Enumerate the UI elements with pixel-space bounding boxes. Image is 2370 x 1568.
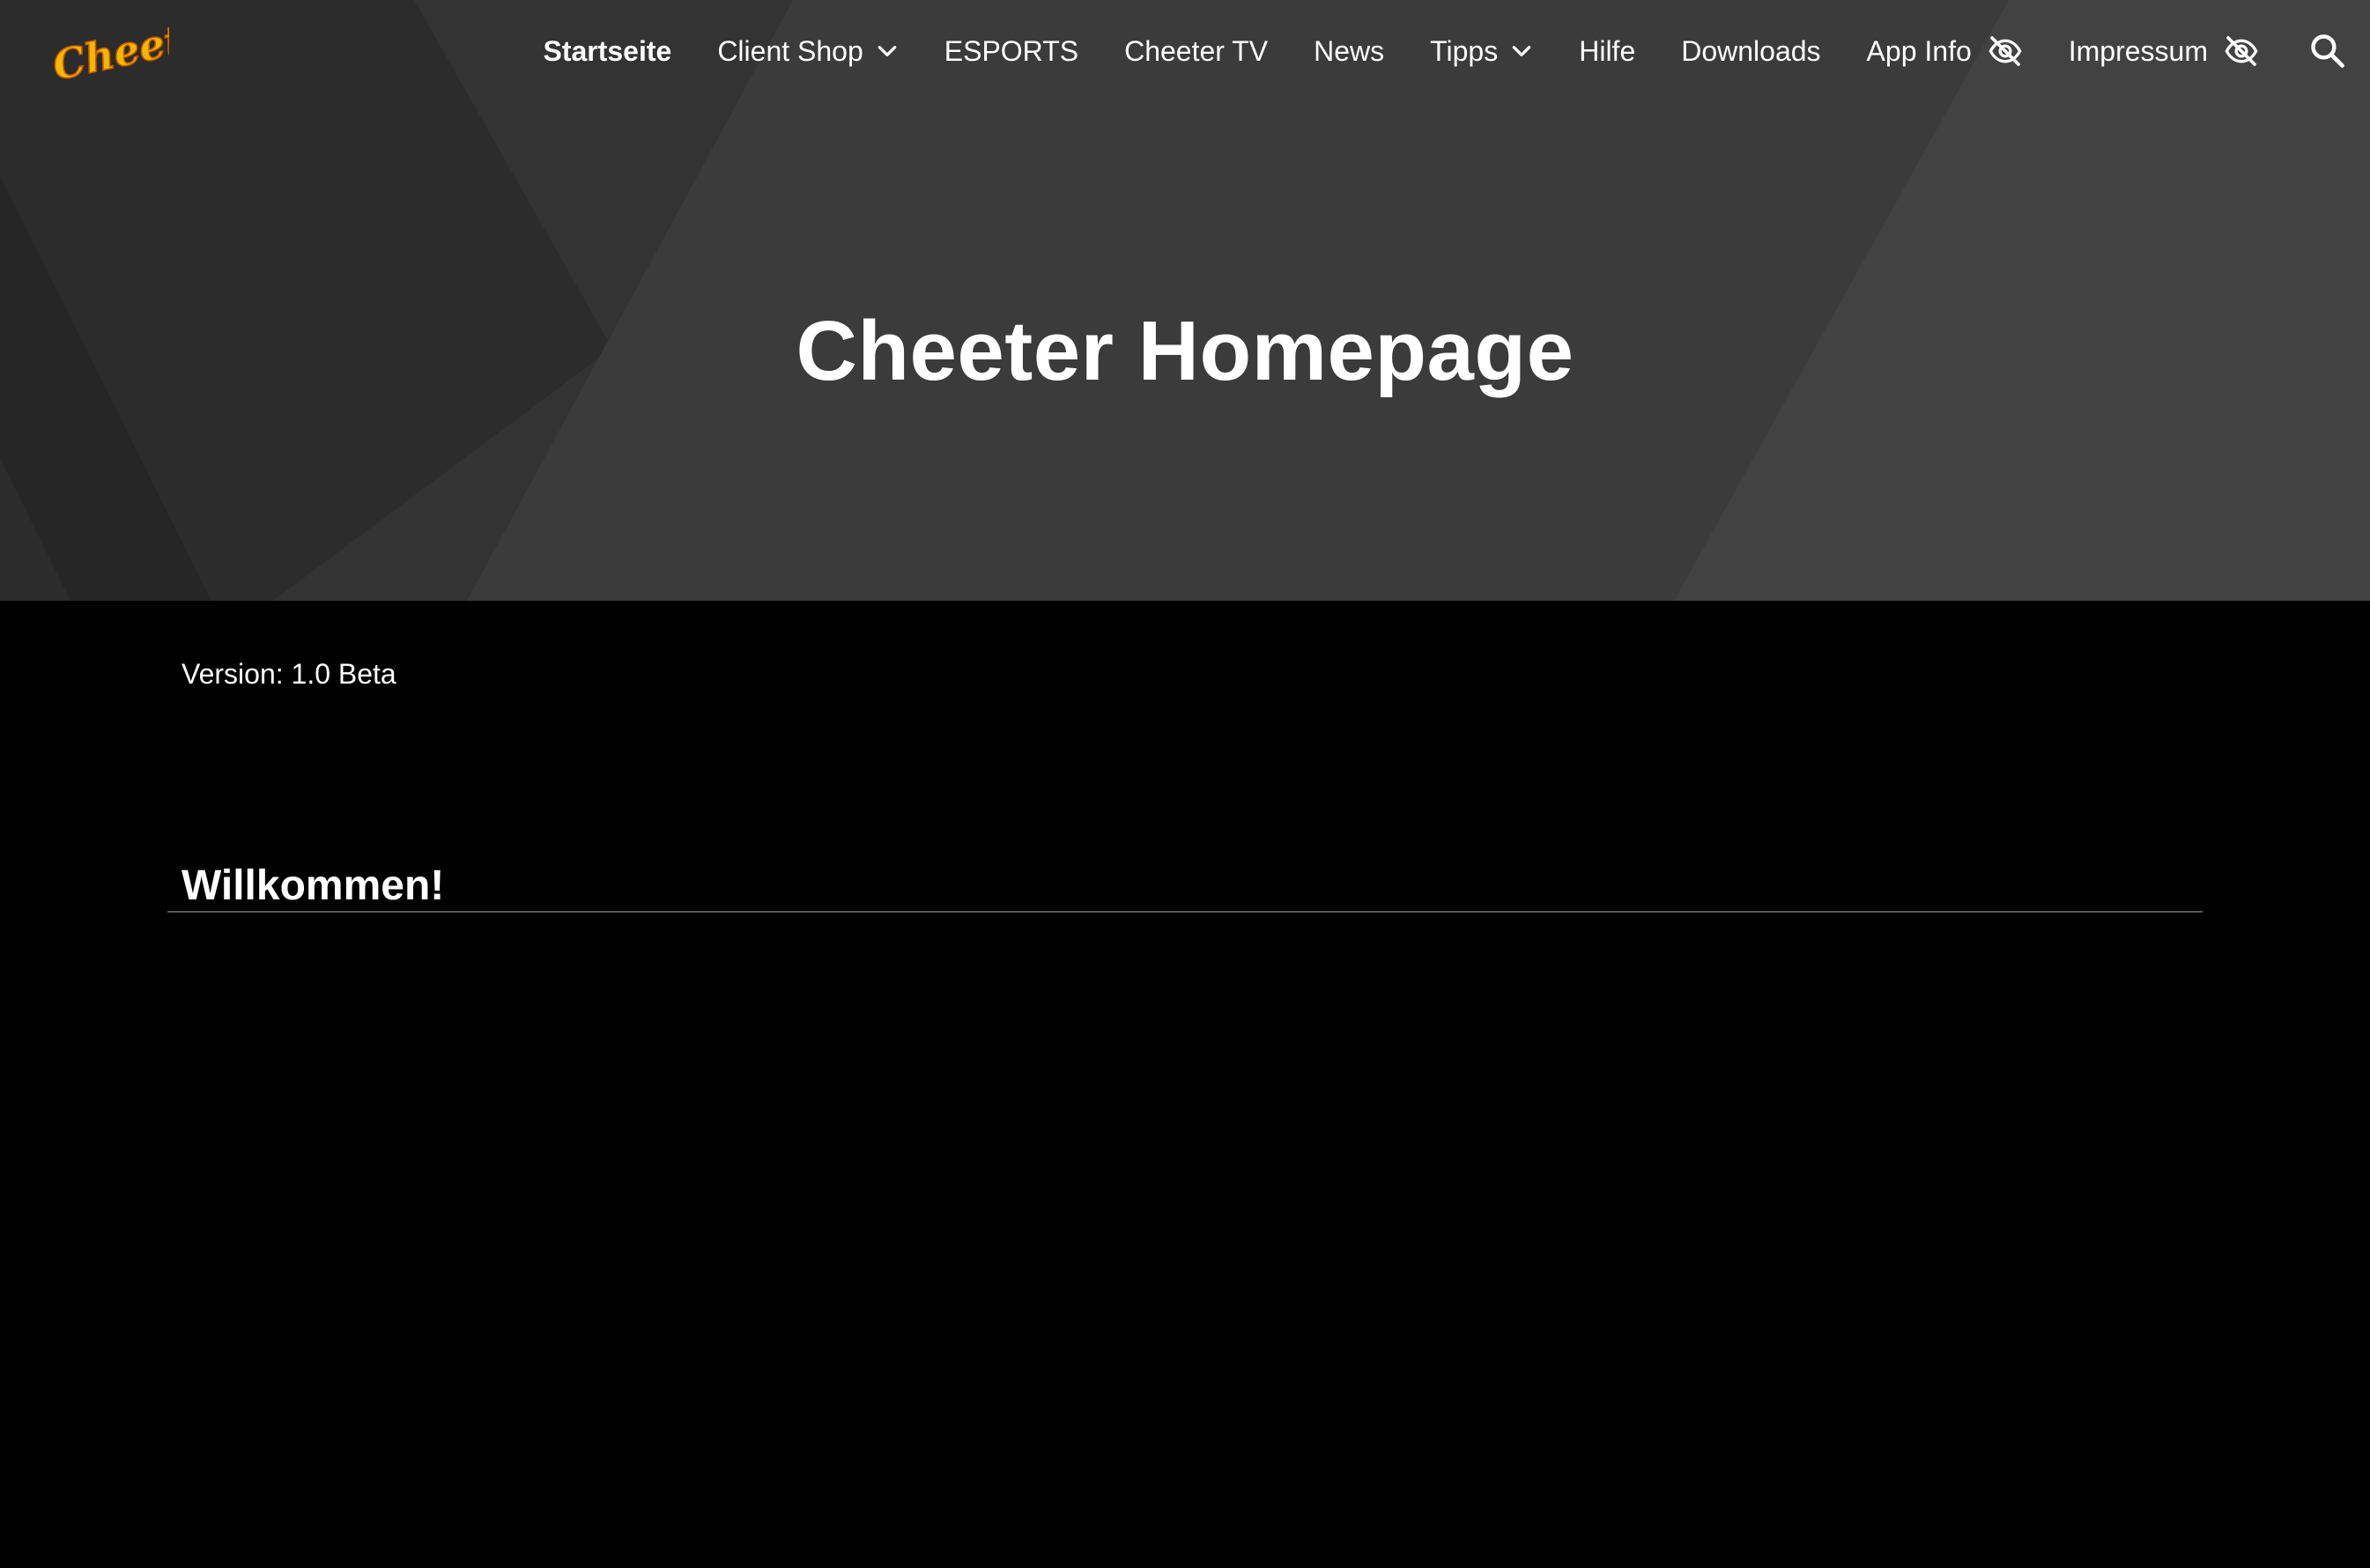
nav-item-hilfe[interactable]: Hilfe [1579,23,1635,79]
nav-item-label: Tipps [1430,34,1499,67]
main-nav: Startseite Client Shop ESPORTS Cheeter T… [543,23,2351,79]
nav-item-label: Hilfe [1579,34,1636,67]
search-button[interactable] [2305,28,2351,74]
cheeter-logo-icon: Cheeter [48,14,169,85]
search-icon [2311,34,2344,68]
nav-item-label: News [1314,34,1385,67]
version-text: Version: 1.0 Beta [181,658,396,690]
nav-item-startseite[interactable]: Startseite [543,23,671,79]
chevron-down-icon [1512,46,1531,56]
nav-item-tipps[interactable]: Tipps [1430,23,1533,79]
nav-item-cheeter-tv[interactable]: Cheeter TV [1124,23,1268,79]
section-divider [167,911,2203,913]
hero-header: Cheeter Startseite Client Shop ESPORTS C… [0,0,2370,601]
nav-item-app-info[interactable]: App Info [1867,23,2023,79]
svg-text:Cheeter: Cheeter [48,14,169,85]
nav-item-label: Cheeter TV [1124,34,1269,67]
nav-item-label: Startseite [543,34,672,67]
eye-off-icon [1989,36,2022,66]
nav-item-label: Client Shop [717,34,863,67]
section-title: Willkommen! [181,862,445,909]
main-content: Version: 1.0 Beta Willkommen! [0,601,2370,1568]
nav-item-label: Downloads [1681,34,1821,67]
nav-item-downloads[interactable]: Downloads [1681,23,1820,79]
nav-item-label: ESPORTS [944,34,1079,67]
page-title: Cheeter Homepage [796,304,1574,399]
hero-background [0,0,2370,601]
nav-item-label: App Info [1866,34,1972,67]
nav-item-impressum[interactable]: Impressum [2069,23,2259,79]
nav-item-news[interactable]: News [1314,23,1384,79]
nav-item-client-shop[interactable]: Client Shop [717,23,898,79]
nav-item-label: Impressum [2068,34,2208,67]
eye-off-icon [2225,36,2258,66]
cheeter-logo[interactable]: Cheeter [46,14,169,85]
nav-item-esports[interactable]: ESPORTS [944,23,1078,79]
chevron-down-icon [878,46,897,56]
